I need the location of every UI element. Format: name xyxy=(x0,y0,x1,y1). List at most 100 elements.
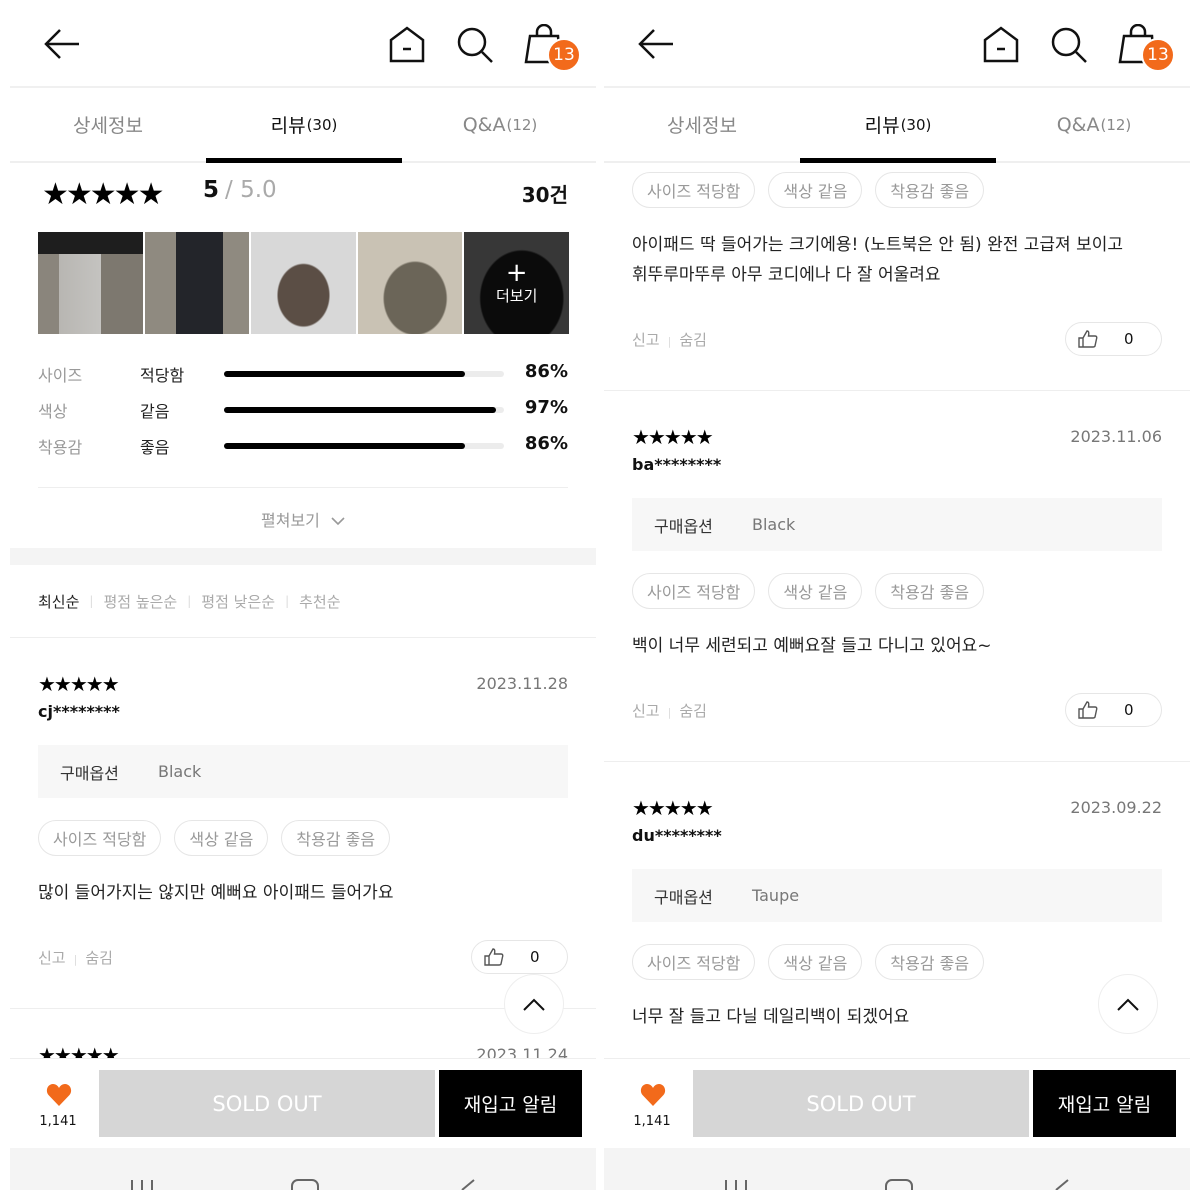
review-photo[interactable] xyxy=(251,232,356,334)
tag: 착용감 좋음 xyxy=(875,944,985,980)
arrow-left-icon[interactable] xyxy=(637,27,675,61)
review-item: 사이즈 적당함 색상 같음 착용감 좋음 아이패드 딱 들어가는 크기에용! (노트… xyxy=(604,165,1190,391)
review-date: 2023.09.22 xyxy=(1070,798,1162,817)
tab-bar: 상세정보 리뷰 (30) Q&A (12) xyxy=(10,88,596,163)
sort-rating-high[interactable]: 평점 높은순 xyxy=(103,591,177,612)
metric-fit: 착용감 좋음 86% xyxy=(38,433,568,457)
arrow-left-icon[interactable] xyxy=(43,27,81,61)
scroll-top-button[interactable] xyxy=(1098,974,1158,1034)
search-icon[interactable] xyxy=(1050,26,1088,64)
review-content[interactable]: 사이즈 적당함 색상 같음 착용감 좋음 아이패드 딱 들어가는 크기에용! (노트… xyxy=(604,165,1190,1058)
heart-icon[interactable] xyxy=(46,1083,72,1107)
tag: 색상 같음 xyxy=(768,944,863,980)
restock-alert-button[interactable]: 재입고 알림 xyxy=(1033,1070,1176,1137)
review-item: ★★★★★ 2023.11.28 cj******** 구매옵션 Black 사이… xyxy=(10,638,596,1009)
tag: 색상 같음 xyxy=(768,172,863,208)
review-tags: 사이즈 적당함 색상 같음 착용감 좋음 xyxy=(38,820,391,856)
metric-bar-fill xyxy=(224,371,465,377)
back-nav-icon[interactable] xyxy=(460,1178,480,1190)
tab-reviews[interactable]: 리뷰 (30) xyxy=(206,88,402,163)
review-photo[interactable] xyxy=(357,232,463,334)
home-nav-icon[interactable] xyxy=(884,1178,914,1190)
review-tags: 사이즈 적당함 색상 같음 착용감 좋음 xyxy=(632,944,985,980)
tag: 착용감 좋음 xyxy=(281,820,391,856)
hide-link[interactable]: 숨김 xyxy=(85,949,113,967)
purchase-option: 구매옵션 Black xyxy=(632,498,1162,551)
report-link[interactable]: 신고 xyxy=(38,949,66,967)
like-button[interactable]: 0 xyxy=(471,940,568,974)
sold-out-button: SOLD OUT xyxy=(693,1070,1029,1137)
screen-right: 13 사이즈 적당함 색상 같음 착용감 좋음 아이패드 딱 들어가는 크기에용! … xyxy=(604,0,1190,1190)
review-stars: ★★★★★ xyxy=(632,796,714,820)
sort-options: 최신순 | 평점 높은순 | 평점 낮은순 | 추천순 xyxy=(10,565,596,638)
review-photos: + 더보기 xyxy=(38,232,569,334)
review-date: 2023.11.06 xyxy=(1070,427,1162,446)
tag: 사이즈 적당함 xyxy=(38,820,162,856)
hide-link[interactable]: 숨김 xyxy=(679,702,707,720)
thumbs-up-icon xyxy=(1078,701,1098,719)
wishlist-count: 1,141 xyxy=(39,1114,77,1129)
review-tags: 사이즈 적당함 색상 같음 착용감 좋음 xyxy=(632,172,985,208)
section-band xyxy=(10,548,596,565)
restock-alert-button[interactable]: 재입고 알림 xyxy=(439,1070,582,1137)
search-icon[interactable] xyxy=(456,26,494,64)
review-stars: ★★★★★ xyxy=(38,672,120,696)
sort-latest[interactable]: 최신순 xyxy=(38,591,79,612)
hide-link[interactable]: 숨김 xyxy=(679,331,707,349)
recent-apps-icon[interactable] xyxy=(722,1178,752,1190)
sort-recommended[interactable]: 추천순 xyxy=(299,591,340,612)
recent-apps-icon[interactable] xyxy=(128,1178,158,1190)
review-stars: ★★★★★ xyxy=(632,425,714,449)
sort-rating-low[interactable]: 평점 낮은순 xyxy=(201,591,275,612)
wishlist-count: 1,141 xyxy=(633,1114,671,1129)
review-photo[interactable] xyxy=(38,232,143,334)
more-photos-button[interactable]: + 더보기 xyxy=(464,232,569,334)
home-nav-icon[interactable] xyxy=(290,1178,320,1190)
review-text: 많이 들어가지는 않지만 예뻐요 아이패드 들어가요 xyxy=(38,883,394,903)
tab-qna[interactable]: Q&A (12) xyxy=(402,88,596,161)
metric-bar-fill xyxy=(224,407,496,413)
screen-left: 13 상세정보 리뷰 (30) Q&A (12) ★★★★★ 5/ 5.0 30건 … xyxy=(10,0,596,1190)
expand-button[interactable]: 펼쳐보기 xyxy=(10,507,596,531)
tab-qna[interactable]: Q&A (12) xyxy=(996,88,1190,161)
home-icon[interactable] xyxy=(388,25,426,63)
tag: 사이즈 적당함 xyxy=(632,573,756,609)
chevron-up-icon xyxy=(1117,998,1139,1011)
thumbs-up-icon xyxy=(1078,330,1098,348)
bottom-bar: 1,141 SOLD OUT 재입고 알림 xyxy=(10,1058,596,1148)
metric-bar-fill xyxy=(224,443,465,449)
rating-summary: ★★★★★ 5/ 5.0 30건 + 더보기 사이즈 적당함 86% 색상 같음 97% … xyxy=(10,165,596,548)
tag: 착용감 좋음 xyxy=(875,573,985,609)
review-user: cj******** xyxy=(38,702,120,721)
review-user: du******** xyxy=(632,826,722,845)
divider xyxy=(38,487,568,488)
system-nav-bar xyxy=(10,1148,596,1190)
report-link[interactable]: 신고 xyxy=(632,702,660,720)
review-item: ★★★★★ 2023.11.06 ba******** 구매옵션 Black 사이… xyxy=(604,391,1190,762)
tab-reviews[interactable]: 리뷰 (30) xyxy=(800,88,996,163)
tab-details[interactable]: 상세정보 xyxy=(604,88,800,161)
plus-icon: + xyxy=(505,257,528,288)
report-link[interactable]: 신고 xyxy=(632,331,660,349)
rating-score: 5/ 5.0 xyxy=(203,177,277,203)
rating-stars: ★★★★★ xyxy=(42,177,164,212)
like-button[interactable]: 0 xyxy=(1065,693,1162,727)
like-button[interactable]: 0 xyxy=(1065,322,1162,356)
heart-icon[interactable] xyxy=(640,1083,666,1107)
system-nav-bar xyxy=(604,1148,1190,1190)
tag: 착용감 좋음 xyxy=(875,172,985,208)
tag: 색상 같음 xyxy=(174,820,269,856)
home-icon[interactable] xyxy=(982,25,1020,63)
scroll-top-button[interactable] xyxy=(504,974,564,1034)
purchase-option: 구매옵션 Taupe xyxy=(632,869,1162,922)
review-photo[interactable] xyxy=(144,232,250,334)
sold-out-button: SOLD OUT xyxy=(99,1070,435,1137)
review-total: 30건 xyxy=(521,183,568,207)
tab-details[interactable]: 상세정보 xyxy=(10,88,206,161)
chevron-down-icon xyxy=(331,517,345,526)
review-date: 2023.11.28 xyxy=(476,674,568,693)
cart-count-badge: 13 xyxy=(1141,38,1175,72)
review-tags: 사이즈 적당함 색상 같음 착용감 좋음 xyxy=(632,573,985,609)
review-content[interactable]: ★★★★★ 5/ 5.0 30건 + 더보기 사이즈 적당함 86% 색상 같음 97% … xyxy=(10,165,596,1058)
back-nav-icon[interactable] xyxy=(1054,1178,1074,1190)
